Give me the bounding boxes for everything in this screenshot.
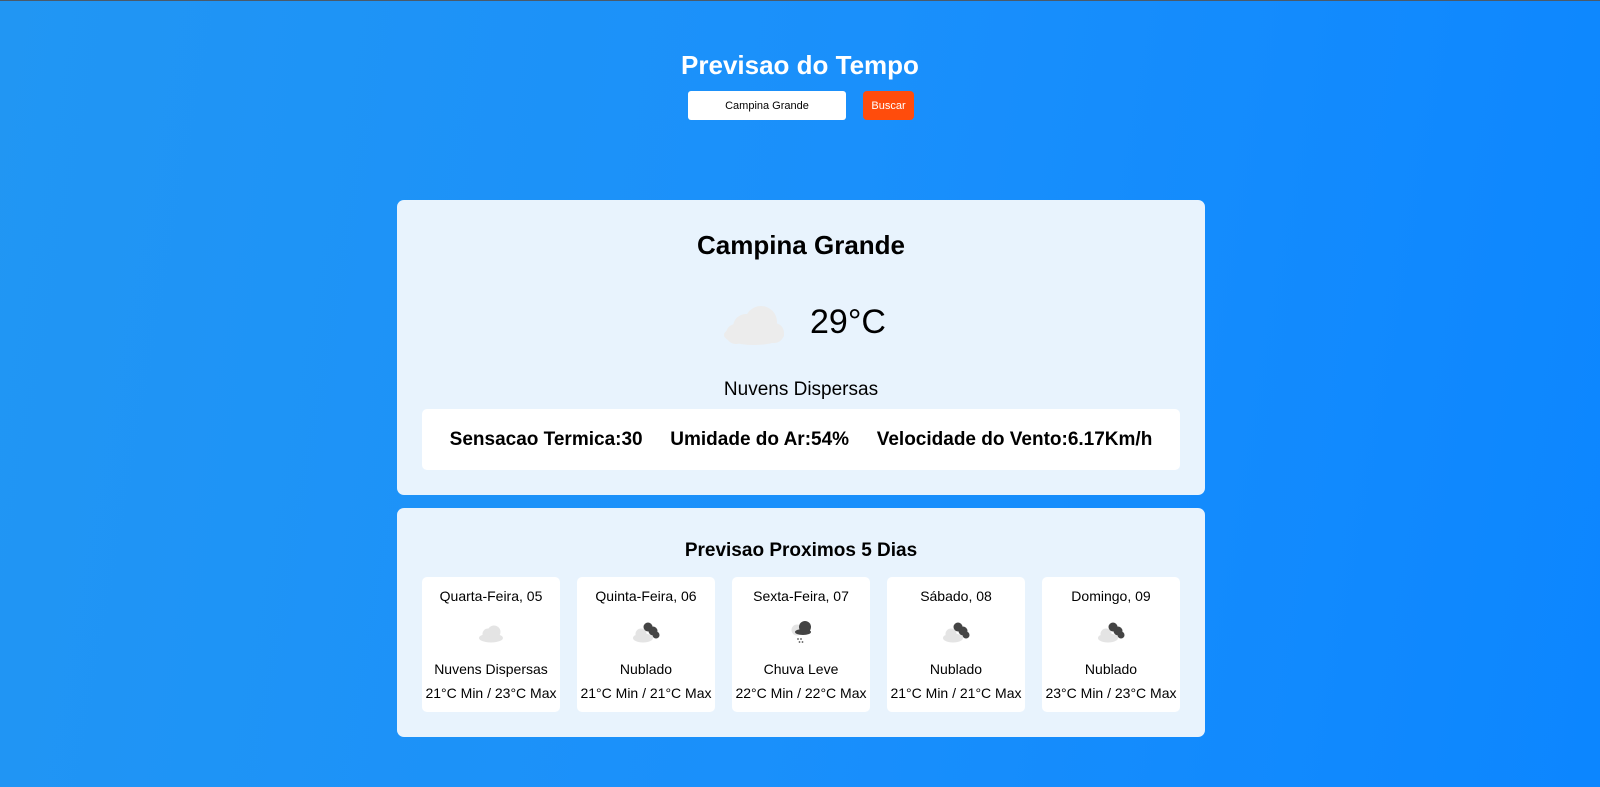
scattered-clouds-icon [479, 625, 503, 643]
city-name: Campina Grande [696, 230, 906, 260]
forecast-day-card: Domingo, 09 Nublado 23°C Min / 23°C Max [1042, 577, 1180, 712]
broken-clouds-icon [633, 622, 660, 643]
forecast-day-card: Quinta-Feira, 06 Nublado 21°C Min / 21°C… [577, 577, 715, 712]
broken-clouds-icon [943, 622, 970, 643]
window-top-border [0, 0, 1600, 1]
forecast-day-temps: 21°C Min / 21°C Max [890, 685, 1022, 701]
forecast-days: Quarta-Feira, 05 Nuvens Dispersas 21°C M… [422, 577, 1180, 712]
forecast-day-condition: Chuva Leve [763, 661, 839, 677]
search-button[interactable]: Buscar [863, 91, 914, 120]
forecast-day-temps: 21°C Min / 21°C Max [580, 685, 712, 701]
current-temperature-row: 29°C [397, 297, 1205, 347]
forecast-day-temps: 21°C Min / 23°C Max [425, 685, 557, 701]
current-condition: Nuvens Dispersas [723, 379, 879, 400]
current-temperature: 29°C [810, 302, 886, 341]
forecast-day-temps: 23°C Min / 23°C Max [1045, 685, 1177, 701]
forecast-day-card: Sábado, 08 Nublado 21°C Min / 21°C Max [887, 577, 1025, 712]
search-bar: Buscar [688, 91, 914, 120]
forecast-card: Previsao Proximos 5 Dias Quarta-Feira, 0… [397, 508, 1205, 737]
broken-clouds-icon [1098, 622, 1125, 643]
light-rain-icon [791, 621, 811, 643]
forecast-day-card: Sexta-Feira, 07 Chuva Leve 22°C Min / 22… [732, 577, 870, 712]
app-title: Previsao do Tempo [681, 50, 919, 80]
forecast-title: Previsao Proximos 5 Dias [684, 540, 918, 561]
forecast-day-name: Domingo, 09 [1071, 588, 1151, 604]
humidity-stat: Umidade do Ar:54% [670, 428, 850, 450]
forecast-day-name: Quinta-Feira, 06 [595, 588, 697, 604]
forecast-day-condition: Nublado [619, 661, 673, 677]
forecast-day-temps: 22°C Min / 22°C Max [735, 685, 867, 701]
feels-like-stat: Sensacao Termica:30 [449, 428, 643, 450]
forecast-day-condition: Nublado [1084, 661, 1138, 677]
city-search-input[interactable] [688, 91, 846, 120]
forecast-day-condition: Nublado [929, 661, 983, 677]
wind-speed-stat: Velocidade do Vento:6.17Km/h [876, 428, 1153, 450]
scattered-clouds-icon [724, 306, 785, 345]
forecast-day-name: Sexta-Feira, 07 [753, 588, 849, 604]
forecast-day-card: Quarta-Feira, 05 Nuvens Dispersas 21°C M… [422, 577, 560, 712]
forecast-day-name: Quarta-Feira, 05 [439, 588, 543, 604]
forecast-day-name: Sábado, 08 [920, 588, 992, 604]
current-weather-card: Campina Grande 29°C Nuvens Dispersas Sen… [397, 200, 1205, 495]
forecast-day-condition: Nuvens Dispersas [434, 661, 548, 677]
weather-stats: Sensacao Termica:30 Umidade do Ar:54% Ve… [422, 409, 1180, 470]
